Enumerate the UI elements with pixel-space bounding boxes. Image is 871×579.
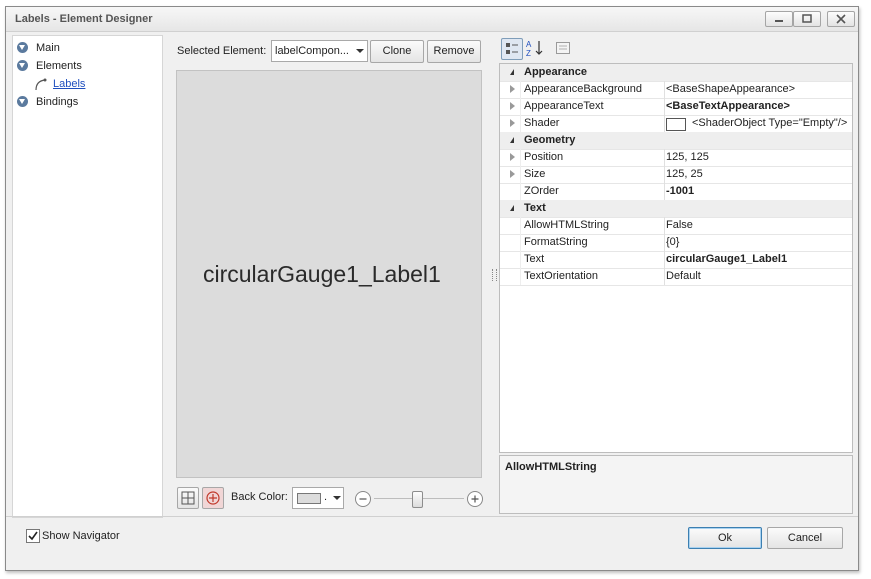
nav-item-main[interactable]: Main [17, 39, 60, 56]
selected-element-value: labelCompon... [275, 45, 349, 57]
show-navigator-label: Show Navigator [42, 530, 120, 542]
grid-view-icon [181, 491, 195, 505]
property-row[interactable]: FormatString {0} [500, 234, 852, 252]
preview-label-text: circularGauge1_Label1 [203, 261, 441, 287]
collapse-icon [510, 205, 514, 211]
fit-view-button[interactable] [177, 487, 199, 509]
back-color-value: . [324, 491, 328, 503]
expand-arrow-icon [510, 153, 515, 161]
ok-button[interactable]: Ok [688, 527, 762, 549]
svg-text:A: A [526, 40, 532, 49]
element-designer-window: Labels - Element Designer Main Elements … [5, 6, 859, 571]
maximize-icon [802, 14, 812, 23]
zoom-slider-thumb[interactable] [412, 491, 423, 508]
property-row[interactable]: AllowHTMLString False [500, 217, 852, 235]
category-row[interactable]: Appearance [500, 64, 852, 82]
property-row[interactable]: ZOrder -1001 [500, 183, 852, 201]
window-title: Labels - Element Designer [15, 13, 153, 25]
expand-icon [17, 60, 28, 71]
center-view-button[interactable] [202, 487, 224, 509]
show-navigator-checkbox[interactable] [26, 529, 40, 543]
selected-element-combo[interactable]: labelCompon... [271, 40, 368, 62]
nav-item-bindings[interactable]: Bindings [17, 93, 78, 110]
nav-item-label: Bindings [36, 95, 79, 108]
shader-swatch [666, 118, 686, 131]
close-button[interactable] [827, 11, 855, 27]
preview-canvas[interactable]: circularGauge1_Label1 [176, 70, 482, 478]
property-row[interactable]: AppearanceBackground <BaseShapeAppearanc… [500, 81, 852, 99]
categorized-button[interactable] [501, 38, 523, 60]
expand-arrow-icon [510, 170, 515, 178]
expand-arrow-icon [510, 85, 515, 93]
back-color-combo[interactable]: . [292, 487, 344, 509]
property-row[interactable]: Shader <ShaderObject Type="Empty"/> [500, 115, 852, 133]
property-row[interactable]: Text circularGauge1_Label1 [500, 251, 852, 269]
title-bar: Labels - Element Designer [6, 7, 858, 32]
footer-divider [6, 516, 858, 517]
back-color-label: Back Color: [231, 491, 288, 503]
target-icon [206, 491, 220, 505]
nav-item-elements[interactable]: Elements [17, 57, 82, 74]
property-pages-button[interactable] [555, 40, 571, 56]
svg-text:Z: Z [526, 49, 531, 58]
clone-button[interactable]: Clone [370, 40, 424, 63]
nav-item-label: Elements [36, 59, 82, 72]
property-row[interactable]: TextOrientation Default [500, 268, 852, 286]
expand-icon [17, 42, 28, 53]
zoom-in-button[interactable] [467, 491, 483, 507]
remove-button[interactable]: Remove [427, 40, 481, 63]
property-grid: Appearance AppearanceBackground <BaseSha… [499, 63, 853, 453]
collapse-icon [510, 137, 514, 143]
navigator-panel: Main Elements Labels Bindings [12, 35, 163, 518]
categorized-icon [506, 43, 518, 54]
category-row[interactable]: Geometry [500, 132, 852, 150]
minus-icon [359, 498, 367, 500]
alphabetical-button[interactable]: A Z [524, 38, 546, 58]
label-arc-icon [35, 78, 47, 90]
splitter-grip[interactable] [492, 269, 497, 281]
close-icon [836, 14, 846, 24]
property-row[interactable]: Size 125, 25 [500, 166, 852, 184]
description-title: AllowHTMLString [505, 461, 597, 473]
selected-element-label: Selected Element: [177, 45, 267, 57]
chevron-down-icon [356, 49, 364, 53]
expand-arrow-icon [510, 119, 515, 127]
property-pages-icon [556, 42, 570, 54]
nav-item-labels[interactable]: Labels [33, 75, 85, 92]
expand-arrow-icon [510, 102, 515, 110]
property-row[interactable]: AppearanceText <BaseTextAppearance> [500, 98, 852, 116]
minimize-icon [775, 20, 783, 22]
color-swatch [297, 493, 321, 504]
minimize-button[interactable] [765, 11, 793, 27]
category-row[interactable]: Text [500, 200, 852, 218]
sort-az-icon: A Z [526, 40, 543, 58]
cancel-button[interactable]: Cancel [767, 527, 843, 549]
nav-item-label: Main [36, 41, 60, 54]
checkmark-icon [28, 531, 38, 541]
description-panel: AllowHTMLString [499, 455, 853, 514]
collapse-icon [510, 69, 514, 75]
expand-icon [17, 96, 28, 107]
chevron-down-icon [333, 496, 341, 500]
plus-icon [471, 495, 479, 503]
maximize-button[interactable] [793, 11, 821, 27]
zoom-out-button[interactable] [355, 491, 371, 507]
property-row[interactable]: Position 125, 125 [500, 149, 852, 167]
nav-item-label: Labels [53, 77, 86, 90]
